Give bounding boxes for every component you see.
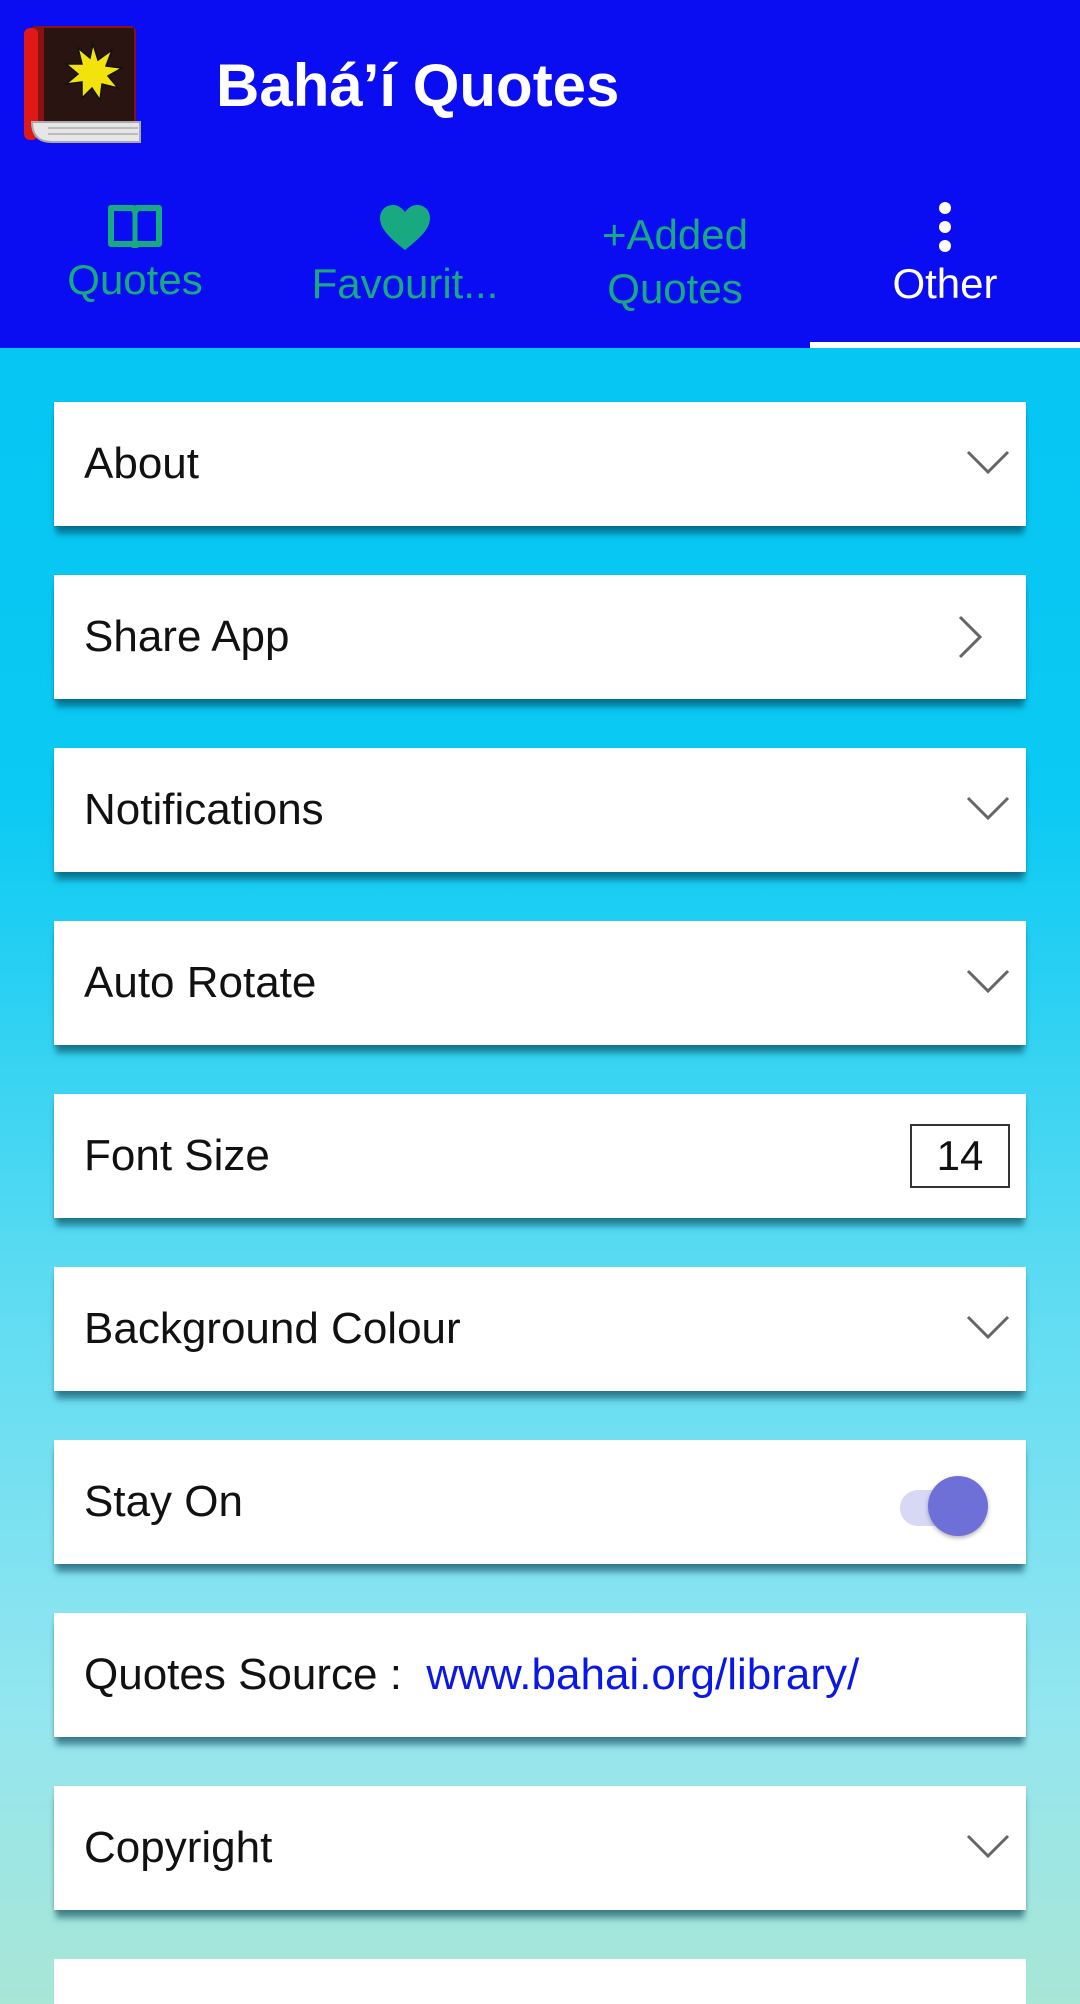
background-colour-label: Background Colour [84, 1304, 461, 1353]
chevron-down-icon [966, 450, 1010, 475]
copyright-label: Copyright [84, 1823, 273, 1872]
next-row-partial[interactable] [54, 1959, 1026, 2004]
chevron-down-icon [966, 969, 1010, 994]
tab-other[interactable]: Other [810, 190, 1080, 348]
notifications-row[interactable]: Notifications [54, 748, 1026, 872]
quotes-source-row: Quotes Source : www.bahai.org/library/ [54, 1613, 1026, 1737]
share-app-label: Share App [84, 612, 290, 661]
background-colour-row[interactable]: Background Colour [54, 1267, 1026, 1391]
chevron-right-icon [958, 615, 983, 659]
quotes-source-text: Quotes Source : www.bahai.org/library/ [84, 1613, 859, 1737]
heart-icon [380, 205, 430, 250]
font-size-label: Font Size [84, 1131, 270, 1180]
quotes-source-link[interactable]: www.bahai.org/library/ [426, 1650, 859, 1699]
app-title: Bahá’í Quotes [216, 52, 620, 119]
tab-quotes-label: Quotes [67, 256, 203, 303]
tab-other-label: Other [892, 260, 998, 307]
notifications-label: Notifications [84, 785, 324, 834]
auto-rotate-row[interactable]: Auto Rotate [54, 921, 1026, 1045]
app-logo-icon [24, 26, 141, 143]
more-vertical-icon [939, 202, 951, 252]
tab-added-quotes[interactable]: +Added Quotes [540, 190, 810, 348]
active-tab-indicator [810, 342, 1080, 348]
tab-quotes[interactable]: Quotes [0, 190, 270, 348]
stay-on-row: Stay On [54, 1440, 1026, 1564]
about-row[interactable]: About [54, 402, 1026, 526]
chevron-down-icon [966, 1834, 1010, 1859]
tab-added-quotes-label-line2: Quotes [607, 265, 743, 312]
chevron-down-icon [966, 796, 1010, 821]
font-size-input[interactable]: 14 [910, 1124, 1010, 1188]
book-open-icon [108, 205, 162, 250]
toggle-thumb [928, 1476, 988, 1536]
stay-on-label: Stay On [84, 1477, 243, 1526]
stay-on-toggle[interactable] [892, 1474, 988, 1536]
tab-added-quotes-label-line1: +Added [602, 211, 748, 258]
about-label: About [84, 439, 199, 488]
font-size-row: Font Size 14 [54, 1094, 1026, 1218]
tab-favourites-label: Favourit... [311, 260, 499, 307]
copyright-row[interactable]: Copyright [54, 1786, 1026, 1910]
tab-bar: Quotes Favourit... +Added Quotes Other [0, 190, 1080, 348]
auto-rotate-label: Auto Rotate [84, 958, 317, 1007]
quotes-source-label: Quotes Source : [84, 1650, 402, 1699]
share-app-row[interactable]: Share App [54, 575, 1026, 699]
chevron-down-icon [966, 1315, 1010, 1340]
tab-favourites[interactable]: Favourit... [270, 190, 540, 348]
app-bar: Bahá’í Quotes Quotes Favourit... +Added … [0, 0, 1080, 348]
